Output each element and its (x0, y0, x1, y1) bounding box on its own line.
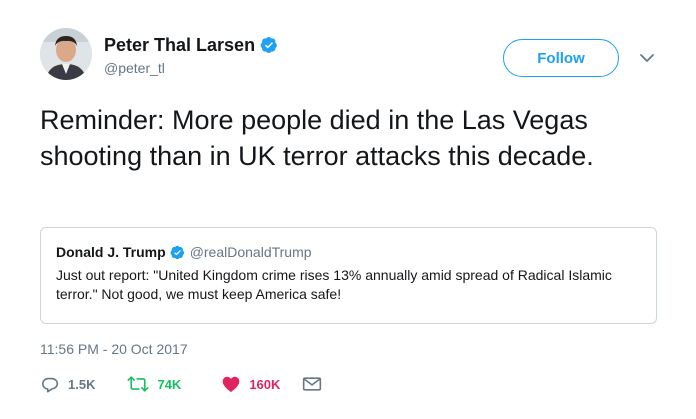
retweet-icon (127, 374, 150, 394)
display-name[interactable]: Peter Thal Larsen (104, 34, 255, 56)
reply-button[interactable]: 1.5K (40, 374, 95, 394)
quoted-tweet-header: Donald J. Trump @realDonaldTrump (56, 243, 641, 261)
reply-icon (40, 374, 60, 394)
tweet-card: Peter Thal Larsen @peter_tl Follow Remin… (0, 0, 696, 419)
quoted-handle: @realDonaldTrump (189, 244, 312, 260)
avatar[interactable] (40, 28, 92, 80)
direct-message-button[interactable] (302, 375, 322, 393)
follow-button[interactable]: Follow (503, 39, 619, 77)
heart-icon (221, 374, 241, 394)
verified-badge-icon (260, 36, 278, 54)
envelope-icon (302, 375, 322, 393)
like-count: 160K (249, 376, 281, 392)
reply-count: 1.5K (68, 376, 96, 392)
tweet-text: Reminder: More people died in the Las Ve… (40, 105, 594, 171)
avatar-image (40, 28, 92, 80)
retweet-count: 74K (157, 376, 182, 392)
verified-badge-icon (170, 245, 185, 260)
display-name-row: Peter Thal Larsen (104, 34, 278, 56)
chevron-down-icon[interactable] (639, 51, 655, 65)
quoted-tweet-text: Just out report: "United Kingdom crime r… (56, 267, 612, 302)
like-button[interactable]: 160K (221, 374, 280, 394)
tweet-actions: 1.5K 74K 160K (40, 373, 322, 395)
user-handle[interactable]: @peter_tl (104, 59, 278, 77)
quoted-display-name: Donald J. Trump (56, 244, 166, 260)
retweet-button[interactable]: 74K (127, 374, 181, 394)
tweet-timestamp[interactable]: 11:56 PM - 20 Oct 2017 (40, 340, 188, 358)
user-info: Peter Thal Larsen @peter_tl (104, 34, 278, 77)
quoted-tweet[interactable]: Donald J. Trump @realDonaldTrump Just ou… (40, 227, 657, 324)
